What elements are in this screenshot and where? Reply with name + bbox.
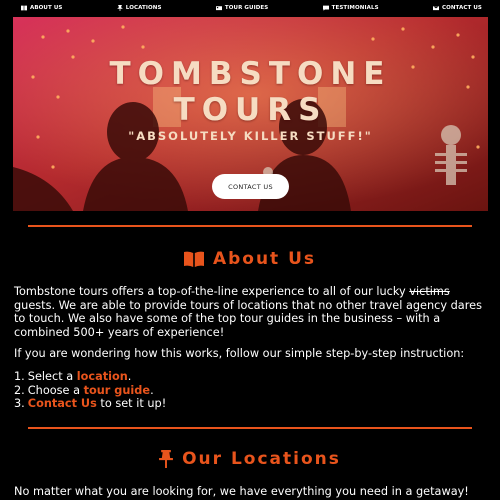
list-item: 2. Choose a tour guide. bbox=[14, 384, 166, 398]
pin-icon bbox=[117, 5, 123, 11]
envelope-icon bbox=[432, 6, 439, 11]
nav-locations[interactable]: LOCATIONS bbox=[117, 5, 162, 11]
about-paragraph-1: Tombstone tours offers a top-of-the-line… bbox=[14, 285, 486, 339]
about-p1-text-b: guests. We are able to provide tours of … bbox=[14, 298, 482, 339]
location-link[interactable]: location bbox=[77, 370, 128, 383]
section-divider bbox=[28, 225, 472, 227]
locations-paragraph-1: No matter what you are looking for, we h… bbox=[14, 485, 469, 500]
about-us-heading-text: About Us bbox=[212, 249, 317, 269]
contact-us-link[interactable]: Contact Us bbox=[28, 397, 97, 410]
about-us-heading: About Us bbox=[0, 249, 500, 269]
id-card-icon bbox=[215, 6, 222, 11]
nav-testimonials[interactable]: TESTIMONIALS bbox=[322, 5, 379, 11]
book-open-icon bbox=[183, 251, 204, 267]
step-text-end: . bbox=[150, 383, 154, 397]
list-item: 1. Select a location. bbox=[14, 370, 166, 384]
hero-title-line-2: TOURS bbox=[173, 92, 328, 128]
step-text: Choose a bbox=[27, 383, 84, 397]
book-icon bbox=[21, 5, 27, 11]
top-nav: ABOUT US LOCATIONS TOUR GUIDES TESTIMONI… bbox=[0, 0, 500, 16]
step-text-end: . bbox=[127, 370, 132, 383]
hero-tagline: "ABSOLUTELY KILLER STUFF!" bbox=[128, 129, 373, 143]
section-divider bbox=[28, 427, 472, 429]
step-list: 1. Select a location. 2. Choose a tour g… bbox=[14, 370, 166, 411]
step-number: 1. bbox=[14, 370, 25, 383]
nav-tour-guides[interactable]: TOUR GUIDES bbox=[215, 5, 269, 11]
hero-banner: TOMBSTONE TOURS "ABSOLUTELY KILLER STUFF… bbox=[13, 17, 488, 211]
nav-contact-us-label: CONTACT US bbox=[441, 5, 482, 11]
nav-contact-us[interactable]: CONTACT US bbox=[432, 5, 482, 11]
nav-locations-label: LOCATIONS bbox=[125, 5, 162, 11]
about-p1-text-a: Tombstone tours offers a top-of-the-line… bbox=[14, 285, 410, 298]
our-locations-heading-text: Our Locations bbox=[182, 449, 341, 469]
nav-about-us-label: ABOUT US bbox=[30, 5, 63, 11]
step-text: Select a bbox=[27, 370, 77, 383]
our-locations-heading: Our Locations bbox=[0, 449, 500, 469]
tour-guide-link[interactable]: tour guide bbox=[84, 384, 150, 397]
comment-icon bbox=[322, 5, 329, 11]
step-number: 2. bbox=[14, 383, 25, 397]
nav-about-us[interactable]: ABOUT US bbox=[21, 5, 62, 11]
nav-tour-guides-label: TOUR GUIDES bbox=[224, 5, 269, 11]
hero-title-line-1: TOMBSTONE bbox=[109, 56, 392, 92]
list-item: 3. Contact Us to set it up! bbox=[14, 397, 166, 411]
nav-testimonials-label: TESTIMONIALS bbox=[331, 5, 379, 11]
thumbtack-icon bbox=[159, 450, 174, 468]
about-paragraph-2: If you are wondering how this works, fol… bbox=[14, 347, 465, 360]
step-number: 3. bbox=[14, 397, 25, 410]
contact-us-button[interactable]: CONTACT US bbox=[212, 174, 289, 199]
step-text-end: to set it up! bbox=[96, 397, 167, 410]
about-p1-strikethrough: victims bbox=[409, 285, 450, 298]
